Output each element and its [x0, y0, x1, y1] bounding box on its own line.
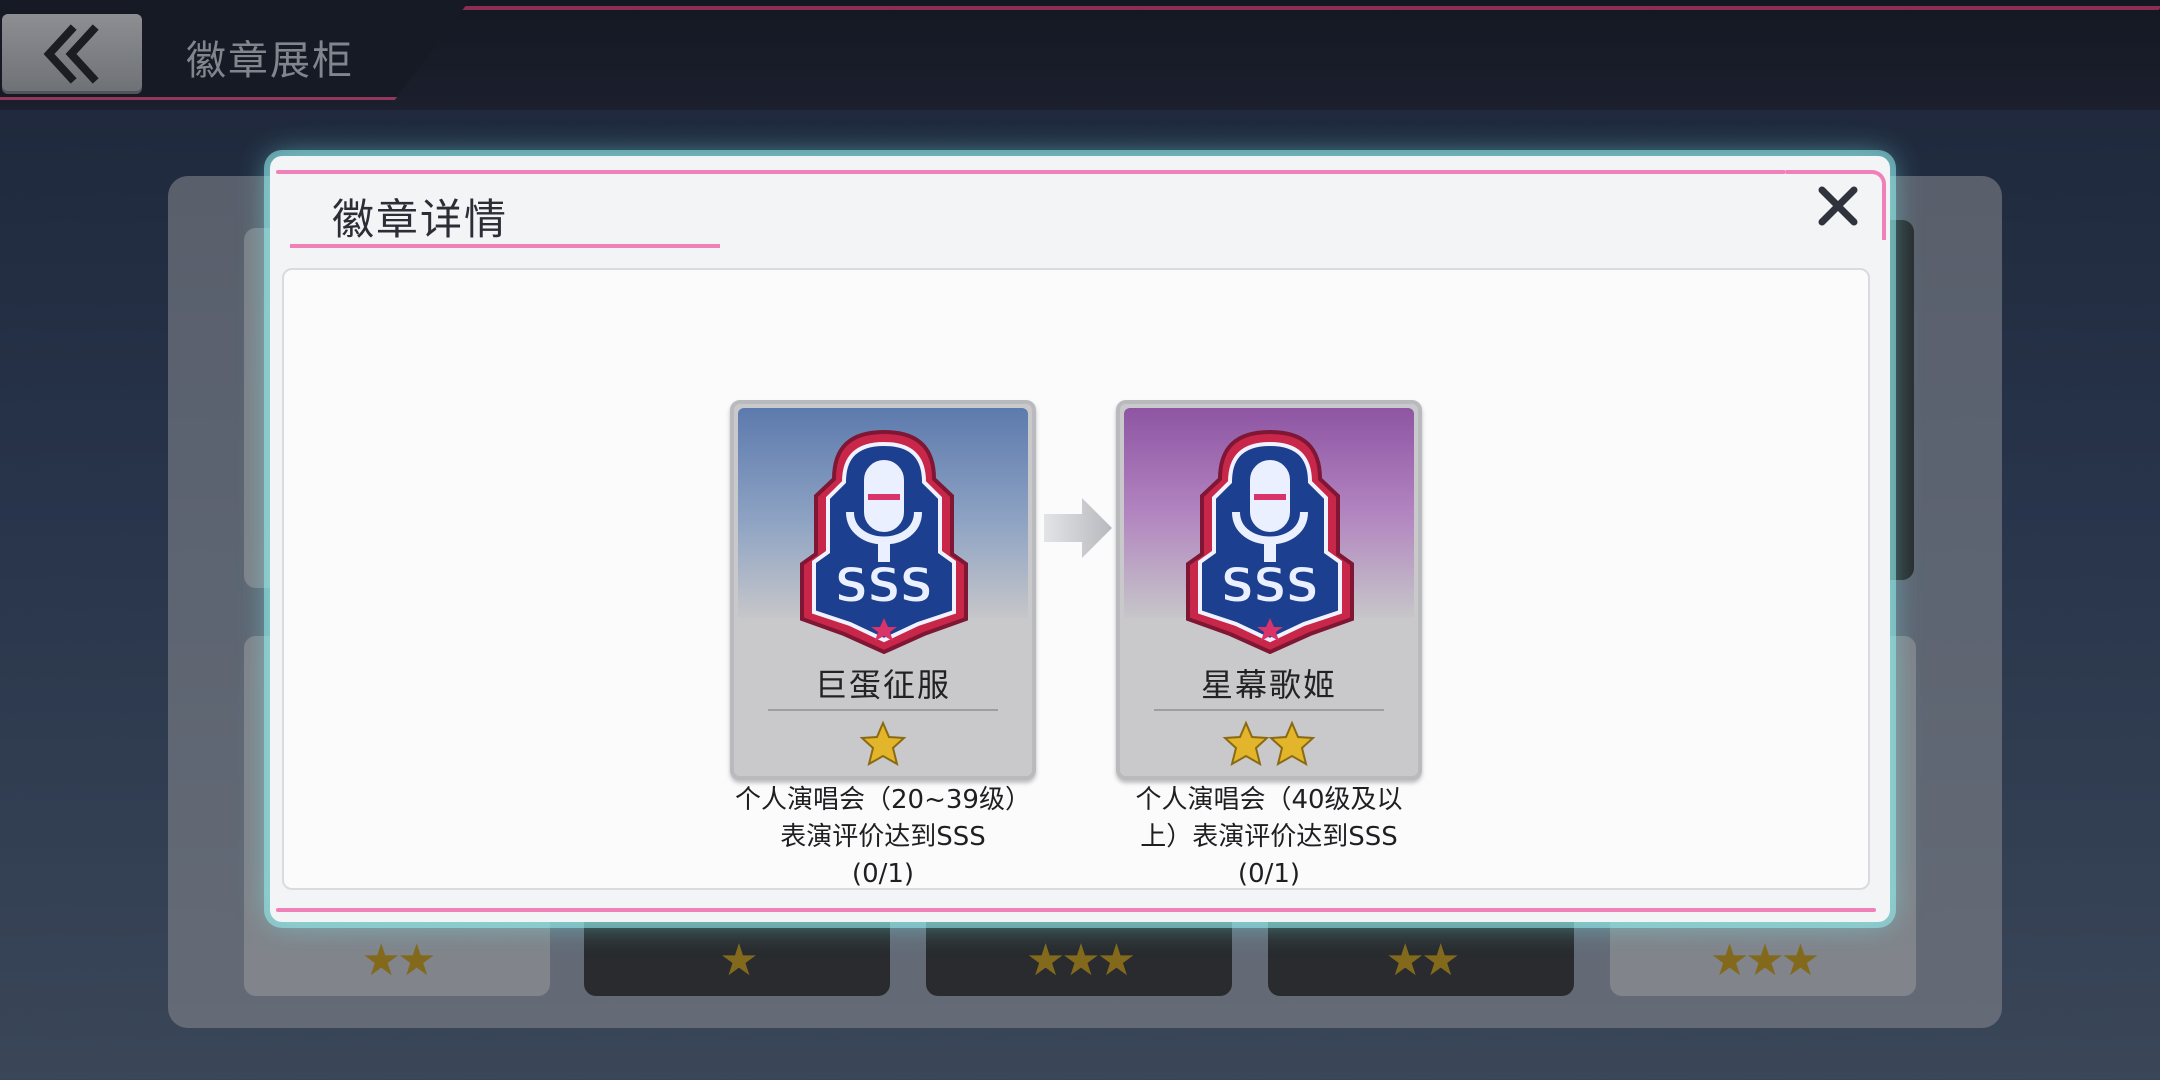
close-icon — [1818, 186, 1858, 226]
badge-requirement: 个人演唱会（40级及以 上）表演评价达到SSS (0/1) — [1099, 782, 1439, 893]
badge-progress: (0/1) — [1237, 859, 1301, 889]
microphone-sss-emblem-icon: SSS — [1186, 429, 1354, 654]
arrow-right-icon — [1044, 498, 1112, 558]
badge-requirement-line: 个人演唱会（40级及以 — [1135, 785, 1403, 815]
badge-divider — [768, 709, 998, 711]
dialog-bottom-border — [276, 908, 1876, 912]
badge-card-current[interactable]: SSS 巨蛋征服 — [730, 400, 1036, 780]
star-icon — [1223, 720, 1270, 767]
badge-requirement-line: 表演评价达到SSS — [780, 822, 986, 852]
badge-card-next[interactable]: SSS 星幕歌姬 — [1116, 400, 1422, 780]
svg-text:SSS: SSS — [1220, 558, 1319, 614]
close-button[interactable] — [1808, 176, 1868, 236]
dialog-top-border — [276, 170, 1786, 174]
badge-detail-dialog: 徽章详情 SSS 巨蛋征服 个人演唱会（20~39级） 表演评价达到SSS (0… — [270, 156, 1890, 922]
badge-stars — [734, 720, 1032, 772]
star-icon — [859, 720, 907, 767]
badge-stars — [1120, 720, 1418, 772]
badge-progress: (0/1) — [851, 859, 915, 889]
dialog-title: 徽章详情 — [332, 195, 509, 244]
star-icon — [1268, 720, 1315, 767]
badge-requirement-line: 上）表演评价达到SSS — [1140, 822, 1398, 852]
dialog-body: SSS 巨蛋征服 个人演唱会（20~39级） 表演评价达到SSS (0/1) S… — [282, 268, 1870, 890]
badge-requirement: 个人演唱会（20~39级） 表演评价达到SSS (0/1) — [713, 782, 1053, 893]
dialog-title-underline — [290, 244, 720, 248]
svg-text:SSS: SSS — [834, 558, 933, 614]
badge-requirement-line: 个人演唱会（20~39级） — [735, 785, 1031, 815]
badge-name: 星幕歌姬 — [1200, 666, 1337, 704]
badge-divider — [1154, 709, 1384, 711]
microphone-sss-emblem-icon: SSS — [800, 429, 968, 654]
badge-name: 巨蛋征服 — [814, 666, 951, 704]
